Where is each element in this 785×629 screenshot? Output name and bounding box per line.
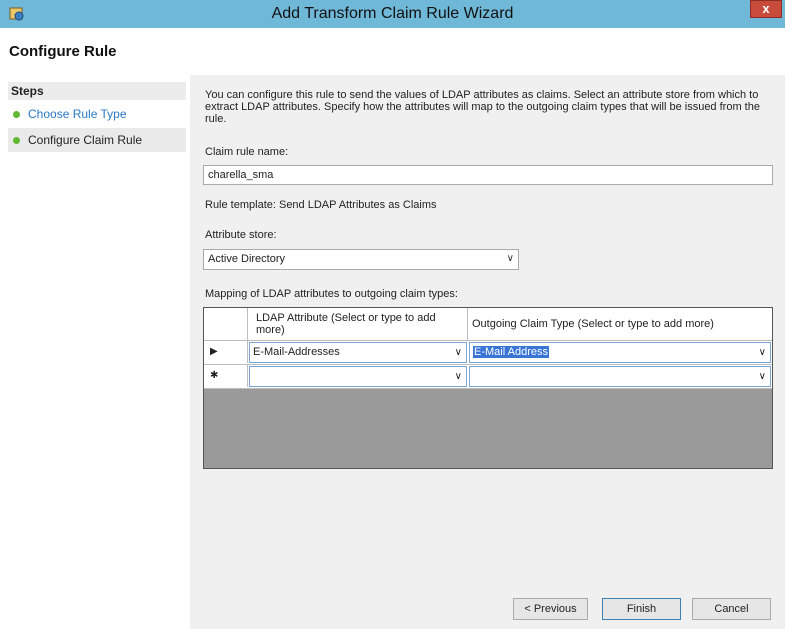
chevron-down-icon[interactable]: ∨ xyxy=(759,367,766,386)
rule-description: You can configure this rule to send the … xyxy=(205,89,760,125)
finish-button[interactable]: Finish xyxy=(602,598,681,620)
ldap-attribute-select[interactable]: E-Mail-Addresses ∨ xyxy=(249,342,467,363)
outgoing-claim-type-select[interactable]: E-Mail Address ∨ xyxy=(469,342,771,363)
attribute-store-label: Attribute store: xyxy=(205,229,277,241)
mapping-label: Mapping of LDAP attributes to outgoing c… xyxy=(205,288,458,300)
claim-rule-name-label: Claim rule name: xyxy=(205,146,289,158)
outgoing-claim-type-select[interactable]: ∨ xyxy=(469,366,771,387)
chevron-down-icon[interactable]: ∨ xyxy=(759,343,766,362)
window-title: Add Transform Claim Rule Wizard xyxy=(271,5,514,22)
steps-header: Steps xyxy=(8,82,186,100)
table-row[interactable]: ✱ ∨ ∨ xyxy=(204,365,772,389)
page-title: Configure Rule xyxy=(9,43,117,60)
title-bar: Add Transform Claim Rule Wizard x xyxy=(0,0,785,28)
step-configure-claim-rule[interactable]: Configure Claim Rule xyxy=(8,128,186,152)
row-header-corner xyxy=(204,308,248,340)
outgoing-claim-type-value[interactable]: E-Mail Address xyxy=(473,346,549,358)
step-status-icon xyxy=(13,111,20,118)
ldap-attribute-value: E-Mail-Addresses xyxy=(253,346,340,358)
step-label: Configure Claim Rule xyxy=(28,133,143,147)
step-label: Choose Rule Type xyxy=(28,107,127,121)
mapping-grid: LDAP Attribute (Select or type to add mo… xyxy=(203,307,773,469)
chevron-down-icon[interactable]: ∨ xyxy=(455,343,462,362)
chevron-down-icon[interactable]: ∨ xyxy=(507,250,514,268)
previous-button[interactable]: < Previous xyxy=(513,598,588,620)
new-row-icon: ✱ xyxy=(204,365,248,387)
column-header-ldap[interactable]: LDAP Attribute (Select or type to add mo… xyxy=(248,308,468,340)
current-row-icon: ▶ xyxy=(204,341,248,363)
ldap-attribute-select[interactable]: ∨ xyxy=(249,366,467,387)
attribute-store-select[interactable]: Active Directory ∨ xyxy=(203,249,519,270)
step-choose-rule-type[interactable]: Choose Rule Type xyxy=(8,102,186,126)
rule-template-text: Rule template: Send LDAP Attributes as C… xyxy=(205,199,437,211)
chevron-down-icon[interactable]: ∨ xyxy=(455,367,462,386)
step-status-icon xyxy=(13,137,20,144)
column-header-claim-type[interactable]: Outgoing Claim Type (Select or type to a… xyxy=(468,308,772,340)
attribute-store-value: Active Directory xyxy=(208,253,286,265)
close-button[interactable]: x xyxy=(750,0,782,18)
grid-header: LDAP Attribute (Select or type to add mo… xyxy=(204,308,772,341)
claim-rule-name-input[interactable]: charella_sma xyxy=(203,165,773,185)
table-row[interactable]: ▶ E-Mail-Addresses ∨ E-Mail Address ∨ xyxy=(204,341,772,365)
cancel-button[interactable]: Cancel xyxy=(692,598,771,620)
